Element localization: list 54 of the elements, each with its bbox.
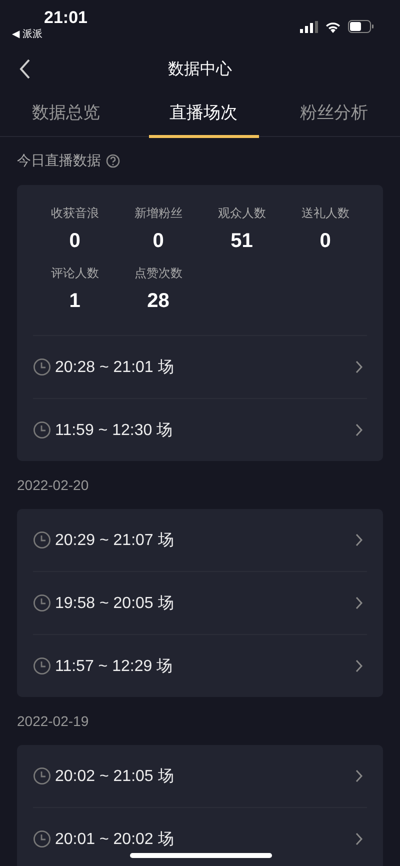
stat-value: 28 xyxy=(147,290,170,313)
clock-icon xyxy=(33,594,51,612)
chevron-right-icon xyxy=(355,769,363,783)
clock-icon xyxy=(33,767,51,785)
stat-value: 0 xyxy=(320,230,331,253)
clock-icon xyxy=(33,358,51,376)
chevron-right-icon xyxy=(355,596,363,610)
clock-icon xyxy=(33,421,51,439)
back-to-app-link[interactable]: ◀ 派派 xyxy=(12,28,88,42)
tab[interactable]: 直播场次 xyxy=(148,90,258,138)
stat-label: 送礼人数 xyxy=(301,205,350,222)
session-row[interactable]: 11:57 ~ 12:29 场 xyxy=(33,635,367,697)
date-heading: 2022-02-19 xyxy=(16,712,90,731)
battery-icon xyxy=(348,20,374,33)
stat-label: 点赞次数 xyxy=(134,265,182,282)
chevron-right-icon xyxy=(355,659,363,673)
session-time: 20:28 ~ 21:01 场 xyxy=(55,358,175,378)
stat-value: 51 xyxy=(230,230,253,253)
session-time: 20:01 ~ 20:02 场 xyxy=(55,830,175,850)
chevron-right-icon xyxy=(355,423,363,437)
session-row[interactable]: 20:01 ~ 20:02 场 xyxy=(33,808,367,866)
session-time: 20:02 ~ 21:05 场 xyxy=(55,766,175,786)
stat-value: 0 xyxy=(152,230,164,253)
page-title: 数据中心 xyxy=(168,60,232,80)
stat-label: 观众人数 xyxy=(218,205,266,222)
stat-value: 0 xyxy=(69,230,80,253)
tab[interactable]: 数据总览 xyxy=(0,90,121,138)
session-time: 11:59 ~ 12:30 场 xyxy=(55,420,174,440)
clock-icon xyxy=(33,531,51,549)
session-time: 11:57 ~ 12:29 场 xyxy=(55,656,174,676)
session-row[interactable]: 20:02 ~ 21:05 场 xyxy=(33,745,367,808)
chevron-right-icon xyxy=(355,832,363,846)
chevron-right-icon xyxy=(355,360,363,374)
session-row[interactable]: 11:59 ~ 12:30 场 xyxy=(33,399,367,461)
clock-icon xyxy=(33,657,51,675)
back-icon[interactable] xyxy=(19,58,31,80)
stat-label: 收获音浪 xyxy=(50,205,99,222)
session-row[interactable]: 20:28 ~ 21:01 场 xyxy=(33,336,367,399)
stat-label: 新增粉丝 xyxy=(134,205,182,222)
tab[interactable]: 粉丝分析 xyxy=(286,90,400,138)
clock-icon xyxy=(33,830,51,848)
status-time: 21:01 xyxy=(43,8,88,28)
date-heading: 2022-02-20 xyxy=(16,476,90,495)
session-row[interactable]: 20:29 ~ 21:07 场 xyxy=(33,509,367,572)
wifi-icon xyxy=(325,20,341,32)
section-title: 今日直播数据 xyxy=(17,152,101,170)
stat-label: 评论人数 xyxy=(50,265,99,282)
help-icon[interactable] xyxy=(106,154,120,168)
session-row[interactable]: 19:58 ~ 20:05 场 xyxy=(33,572,367,635)
session-time: 20:29 ~ 21:07 场 xyxy=(55,530,175,550)
stat-value: 1 xyxy=(69,290,80,313)
signal-icon xyxy=(300,20,318,32)
session-time: 19:58 ~ 20:05 场 xyxy=(55,594,175,614)
chevron-right-icon xyxy=(355,533,363,547)
